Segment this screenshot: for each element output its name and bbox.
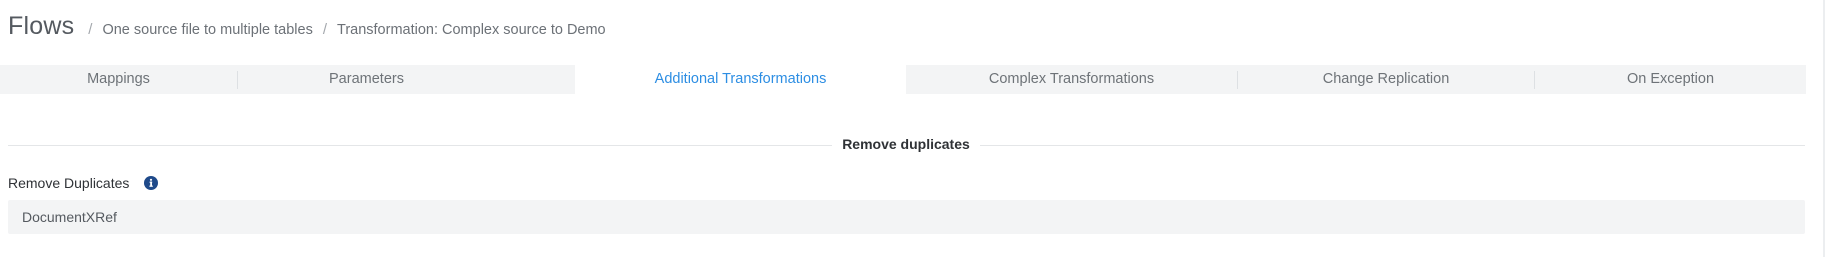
- breadcrumb-item-transformation: Transformation: Complex source to Demo: [337, 22, 606, 38]
- info-circle-icon[interactable]: [144, 176, 159, 190]
- breadcrumb-separator: /: [322, 21, 327, 38]
- page-title: Flows: [8, 12, 75, 40]
- remove-duplicates-field[interactable]: DocumentXRef: [8, 200, 1805, 234]
- tab-additional-transformations[interactable]: Additional Transformations: [575, 65, 906, 95]
- section-heading-label: Remove duplicates: [832, 136, 980, 152]
- remove-duplicates-label: Remove Duplicates: [8, 175, 130, 191]
- tab-mappings[interactable]: Mappings: [0, 65, 237, 94]
- field-label-row: Remove Duplicates: [8, 175, 159, 191]
- tab-change-replication[interactable]: Change Replication: [1238, 65, 1534, 94]
- tab-parameters[interactable]: Parameters: [238, 65, 495, 94]
- breadcrumb-item-flow[interactable]: One source file to multiple tables: [102, 22, 312, 38]
- section-heading: Remove duplicates: [0, 136, 1812, 152]
- tab-complex-transformations[interactable]: Complex Transformations: [906, 65, 1237, 94]
- page: Flows / One source file to multiple tabl…: [0, 0, 1825, 257]
- remove-duplicates-value: DocumentXRef: [22, 209, 117, 225]
- tab-bar: Mappings Parameters Additional Transform…: [0, 65, 1806, 95]
- breadcrumb-separator: /: [88, 21, 93, 38]
- breadcrumb: Flows / One source file to multiple tabl…: [8, 12, 606, 41]
- tab-on-exception[interactable]: On Exception: [1535, 65, 1806, 94]
